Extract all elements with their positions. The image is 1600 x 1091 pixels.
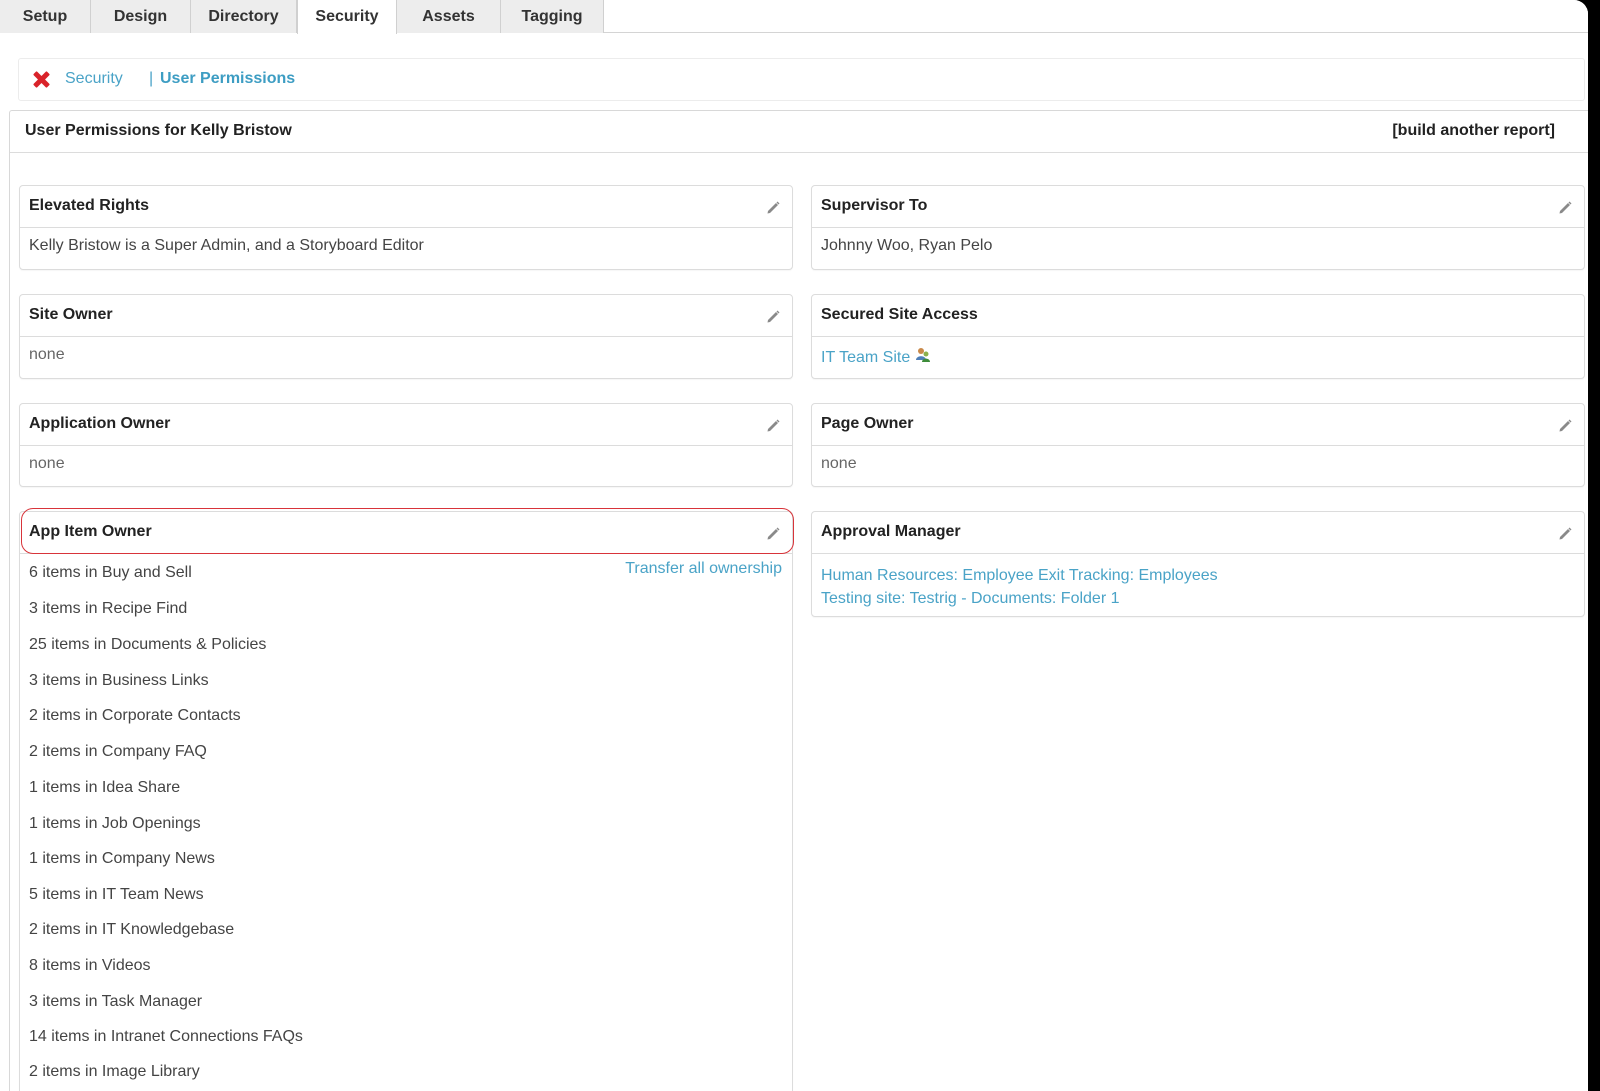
panel-title: Secured Site Access	[821, 306, 978, 323]
panel-body: Johnny Woo, Ryan Pelo	[821, 237, 993, 254]
list-item: 3 items in Recipe Find	[29, 600, 188, 617]
pencil-icon[interactable]	[766, 200, 780, 214]
report-title: User Permissions for Kelly Bristow	[25, 122, 292, 139]
list-item: 2 items in Corporate Contacts	[29, 707, 241, 724]
breadcrumb-separator: |	[149, 70, 154, 87]
list-item: 2 items in Company FAQ	[29, 743, 207, 760]
pencil-icon[interactable]	[766, 526, 780, 540]
transfer-all-ownership-link[interactable]: Transfer all ownership	[625, 560, 782, 578]
pencil-icon[interactable]	[1558, 200, 1572, 214]
panel-application-owner: Application Owner none	[19, 403, 793, 487]
panel-page-owner: Page Owner none	[811, 403, 1585, 487]
list-item: 1 items in Job Openings	[29, 815, 201, 832]
pencil-icon[interactable]	[1558, 526, 1572, 540]
breadcrumb-current: User Permissions	[160, 70, 296, 87]
report-header: User Permissions for Kelly Bristow [buil…	[10, 111, 1588, 153]
panel-header: Application Owner	[20, 404, 792, 446]
panel-title: Elevated Rights	[29, 197, 150, 214]
pencil-icon[interactable]	[766, 309, 780, 323]
panel-secured-site-access: Secured Site Access IT Team Site	[811, 294, 1585, 379]
panel-title: Approval Manager	[821, 523, 961, 540]
panel-title: Supervisor To	[821, 197, 928, 214]
panel-site-owner: Site Owner none	[19, 294, 793, 379]
user-group-icon	[916, 348, 931, 362]
panel-title: Site Owner	[29, 306, 113, 323]
breadcrumb: Security | User Permissions	[18, 58, 1585, 101]
panel-header: Page Owner	[812, 404, 1584, 446]
list-item: 6 items in Buy and Sell	[29, 564, 192, 581]
list-item: 14 items in Intranet Connections FAQs	[29, 1028, 303, 1045]
panel-elevated-rights: Elevated Rights Kelly Bristow is a Super…	[19, 185, 793, 270]
list-item: 8 items in Videos	[29, 957, 151, 974]
page: Setup Design Directory Security Assets T…	[0, 0, 1588, 1091]
panel-title: App Item Owner	[29, 523, 152, 540]
approval-link-testing-site[interactable]: Testing site: Testrig - Documents: Folde…	[821, 587, 1575, 610]
panel-approval-manager: Approval Manager Human Resources: Employ…	[811, 511, 1585, 617]
panel-body: Human Resources: Employee Exit Tracking:…	[821, 564, 1575, 610]
tab-directory[interactable]: Directory	[191, 0, 297, 33]
breadcrumb-security-link[interactable]: Security	[65, 70, 123, 88]
panel-header: Site Owner	[20, 295, 792, 337]
panel-title: Application Owner	[29, 415, 171, 432]
list-item: 5 items in IT Team News	[29, 886, 204, 903]
tab-design[interactable]: Design	[91, 0, 191, 33]
pencil-icon[interactable]	[1558, 418, 1572, 432]
list-item: 1 items in Company News	[29, 850, 215, 867]
list-item: 2 items in Image Library	[29, 1063, 200, 1080]
panel-body: none	[821, 455, 857, 472]
panel-header: Approval Manager	[812, 512, 1584, 554]
tab-bar: Setup Design Directory Security Assets T…	[0, 0, 1588, 34]
panel-header: Elevated Rights	[20, 186, 792, 228]
panel-body: Kelly Bristow is a Super Admin, and a St…	[29, 237, 424, 254]
build-another-report-link[interactable]: [build another report]	[1392, 122, 1555, 140]
list-item: 3 items in Task Manager	[29, 993, 203, 1010]
panel-supervisor-to: Supervisor To Johnny Woo, Ryan Pelo	[811, 185, 1585, 270]
panel-title: Page Owner	[821, 415, 914, 432]
list-item: 25 items in Documents & Policies	[29, 636, 267, 653]
list-item: 1 items in Idea Share	[29, 779, 181, 796]
pencil-icon[interactable]	[766, 418, 780, 432]
tab-tagging[interactable]: Tagging	[501, 0, 604, 33]
tab-assets[interactable]: Assets	[397, 0, 501, 33]
panel-body: IT Team Site	[821, 346, 1575, 367]
list-item: 3 items in Business Links	[29, 672, 209, 689]
close-icon[interactable]	[31, 69, 51, 89]
it-team-site-link[interactable]: IT Team Site	[821, 349, 910, 366]
panel-body: none	[29, 346, 65, 363]
panel-header: App Item Owner	[20, 512, 792, 554]
tab-setup[interactable]: Setup	[0, 0, 91, 33]
list-item: 2 items in IT Knowledgebase	[29, 921, 235, 938]
panel-header: Supervisor To	[812, 186, 1584, 228]
approval-link-hr-exit-tracking[interactable]: Human Resources: Employee Exit Tracking:…	[821, 564, 1575, 587]
panel-header: Secured Site Access	[812, 295, 1584, 337]
panel-body: none	[29, 455, 65, 472]
tab-security[interactable]: Security	[297, 0, 397, 34]
